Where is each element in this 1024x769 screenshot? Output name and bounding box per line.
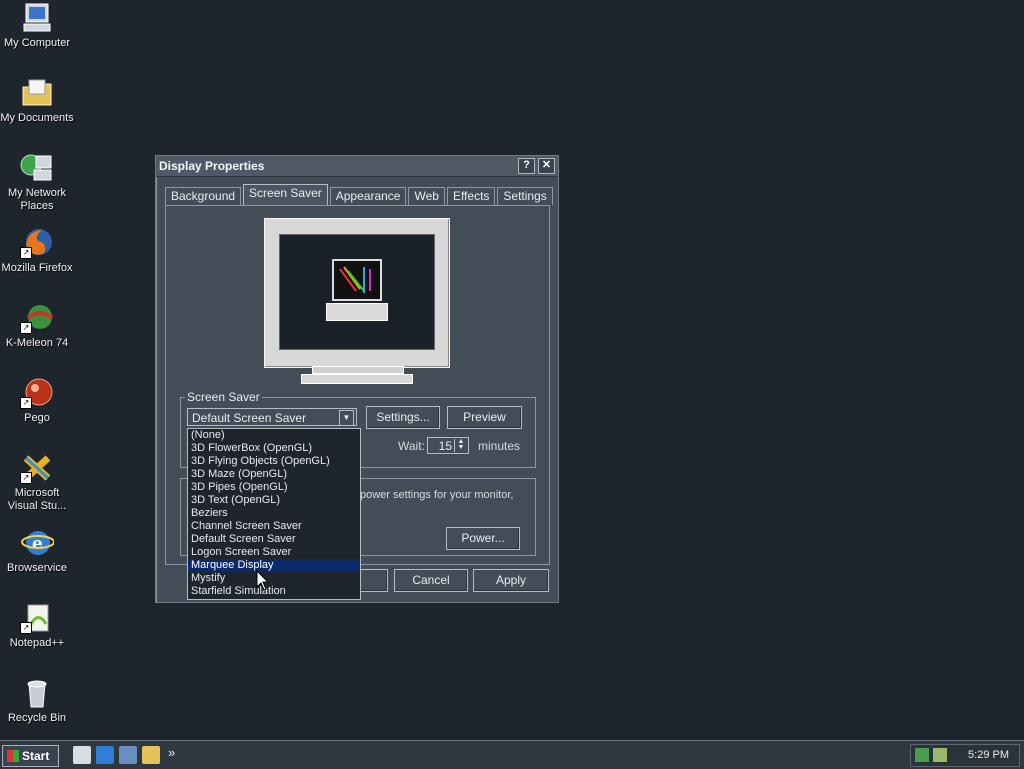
dropdown-option[interactable]: Channel Screen Saver [188, 520, 360, 533]
shortcut-arrow-icon: ↗ [20, 247, 32, 259]
power-description: power settings for your monitor, [360, 489, 514, 501]
desktop-icon-my-computer[interactable]: My Computer [0, 2, 74, 50]
spin-arrows-icon[interactable]: ▲ ▼ [454, 438, 467, 452]
desktop-icon-label: Mozilla Firefox [1, 262, 73, 274]
desktop-icon-label: My Documents [0, 112, 74, 124]
dropdown-option[interactable]: 3D Text (OpenGL) [188, 494, 360, 507]
taskbar: Start » 5:29 PM [0, 740, 1024, 769]
monitor-base [301, 374, 413, 384]
wait-minutes-stepper[interactable]: 15 ▲ ▼ [427, 437, 469, 454]
desktop-icon-label: My Computer [3, 37, 71, 49]
desktop-icon-visual-studio[interactable]: ↗ Microsoft Visual Stu... [0, 452, 74, 513]
desktop-icon-label: Microsoft Visual Stu... [7, 487, 67, 512]
dropdown-option[interactable]: Starfield Simulation [188, 585, 360, 598]
dropdown-option[interactable]: 3D Maze (OpenGL) [188, 468, 360, 481]
desktop-icon-network-places[interactable]: My Network Places [0, 152, 74, 213]
mouse-pointer-icon [256, 569, 270, 595]
dropdown-option[interactable]: Beziers [188, 507, 360, 520]
tab-settings[interactable]: Settings [497, 187, 553, 205]
desktop-icon-label: Notepad++ [9, 637, 65, 649]
documents-folder-icon [20, 77, 54, 109]
visual-studio-icon: ↗ [20, 452, 54, 484]
preview-base [326, 303, 388, 321]
desktop-icon-kmeleon[interactable]: ↗ K-Meleon 74 [0, 302, 74, 350]
monitor-preview [264, 218, 450, 368]
dropdown-option[interactable]: Mystify [188, 572, 360, 585]
kmeleon-icon: ↗ [20, 302, 54, 334]
screen-saver-dropdown-list: (None) 3D FlowerBox (OpenGL) 3D Flying O… [187, 428, 361, 600]
window-title: Display Properties [159, 159, 265, 173]
taskbar-clock[interactable]: 5:29 PM [968, 749, 1009, 761]
tab-background[interactable]: Background [165, 187, 242, 205]
start-label: Start [22, 749, 50, 763]
show-desktop-icon[interactable] [73, 746, 91, 764]
wait-value: 15 [438, 439, 452, 453]
screen-saver-group-label: Screen Saver [187, 390, 260, 404]
desktop-icon-label: Browservice [7, 562, 67, 574]
settings-button[interactable]: Settings... [366, 406, 440, 429]
power-button[interactable]: Power... [446, 527, 520, 550]
dropdown-option[interactable]: 3D Flying Objects (OpenGL) [188, 455, 360, 468]
browservice-icon: e [20, 527, 55, 559]
desktop-icon-label: Recycle Bin [7, 712, 67, 724]
desktop-icon-my-documents[interactable]: My Documents [0, 77, 74, 125]
tab-strip: Background Screen Saver Appearance Web E… [165, 184, 555, 205]
tab-effects[interactable]: Effects [446, 187, 496, 205]
monitor-stand [312, 366, 404, 374]
desktop-icon-label: K-Meleon 74 [5, 337, 69, 349]
recycle-bin-icon [20, 677, 54, 709]
tray-network-icon[interactable] [915, 748, 929, 762]
preview-computer-icon [332, 259, 382, 301]
notepadpp-icon: ↗ [20, 602, 54, 634]
screen-saver-selected-value: Default Screen Saver [192, 411, 307, 425]
preview-screen [279, 234, 435, 350]
shortcut-arrow-icon: ↗ [20, 622, 32, 634]
network-places-icon [20, 152, 54, 184]
preview-button[interactable]: Preview [447, 406, 522, 429]
close-button[interactable]: ✕ [538, 158, 555, 174]
shortcut-arrow-icon: ↗ [20, 397, 32, 409]
minutes-label: minutes [478, 439, 521, 453]
tab-web[interactable]: Web [408, 187, 445, 205]
desktop-icon-notepadpp[interactable]: ↗ Notepad++ [0, 602, 74, 650]
apply-button[interactable]: Apply [473, 569, 549, 592]
wait-label: Wait: [398, 439, 425, 453]
tab-appearance[interactable]: Appearance [329, 187, 407, 205]
dropdown-option[interactable]: Default Screen Saver [188, 533, 360, 546]
dropdown-option[interactable]: Logon Screen Saver [188, 546, 360, 559]
tab-screen-saver[interactable]: Screen Saver [243, 184, 328, 205]
tray-app-icon[interactable] [933, 748, 947, 762]
search-folder-icon[interactable] [142, 746, 160, 764]
system-tray: 5:29 PM [910, 744, 1020, 767]
quicklaunch-overflow-icon[interactable]: » [168, 745, 175, 760]
firefox-icon: ↗ [20, 227, 54, 259]
dropdown-option[interactable]: 3D Pipes (OpenGL) [188, 481, 360, 494]
desktop-icon-label: My Network Places [7, 187, 67, 212]
start-button[interactable]: Start [2, 745, 59, 767]
dropdown-option[interactable]: (None) [188, 429, 360, 442]
cancel-button[interactable]: Cancel [394, 569, 468, 592]
shortcut-arrow-icon: ↗ [20, 322, 32, 334]
desktop-icon-label: Pego [24, 412, 50, 424]
windows-flag-icon [7, 750, 19, 762]
pego-icon: ↗ [20, 377, 54, 409]
title-bar[interactable]: Display Properties ? ✕ [156, 156, 558, 177]
shortcut-arrow-icon: ↗ [20, 472, 32, 484]
desktop-icon-firefox[interactable]: ↗ Mozilla Firefox [0, 227, 74, 275]
desktop-icon-recycle-bin[interactable]: Recycle Bin [0, 677, 74, 725]
ie-browser-icon[interactable] [96, 746, 114, 764]
screen-saver-select[interactable]: Default Screen Saver ▼ [187, 408, 357, 426]
dropdown-option-highlighted[interactable]: Marquee Display [188, 559, 360, 572]
chevron-down-icon[interactable]: ▼ [339, 410, 354, 426]
network-icon[interactable] [119, 746, 137, 764]
help-button[interactable]: ? [518, 158, 535, 174]
computer-icon [20, 2, 54, 34]
desktop-icon-pego[interactable]: ↗ Pego [0, 377, 74, 425]
dropdown-option[interactable]: 3D FlowerBox (OpenGL) [188, 442, 360, 455]
desktop-icon-browservice[interactable]: e Browservice [0, 527, 74, 575]
